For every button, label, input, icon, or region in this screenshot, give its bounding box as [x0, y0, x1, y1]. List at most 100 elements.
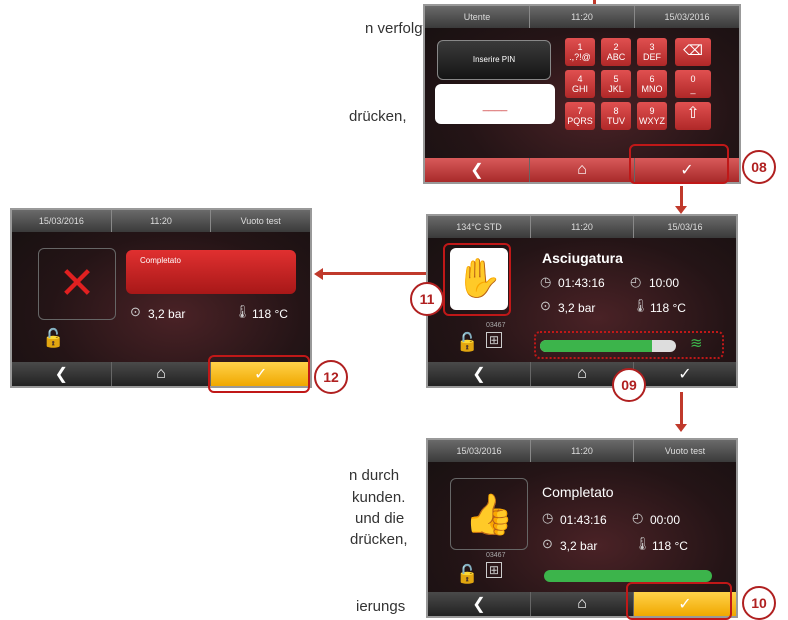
key-8[interactable]: 8 TUV	[601, 102, 631, 130]
lock-icon: 🔓	[42, 328, 65, 348]
callout-10: 10	[742, 586, 776, 620]
phase-title: Asciugatura	[542, 250, 623, 266]
confirm-button[interactable]: ✓	[634, 362, 736, 386]
progress-bar	[544, 570, 712, 582]
counter-icon: ⊞	[486, 332, 503, 348]
temperature-value: 118 °C	[652, 539, 688, 553]
backspace-icon: ⌫	[683, 42, 703, 58]
arrow-head	[675, 206, 687, 214]
key-letters: DEF	[643, 52, 661, 62]
status-bar: Utente 11:20 15/03/2016	[425, 6, 739, 28]
key-letters: GHI	[571, 84, 588, 94]
elapsed-time: 01:43:16	[560, 513, 607, 527]
key-digit: 7	[577, 106, 583, 116]
remaining-time: 10:00	[649, 276, 680, 290]
key-1[interactable]: 1 .,?!@	[565, 38, 595, 66]
key-0[interactable]: 0 _	[675, 70, 711, 98]
bottom-nav: ❮ ⌂ ✓	[428, 362, 736, 386]
doc-text-line: n verfolgt	[365, 20, 427, 37]
program-label: 134°C STD	[428, 216, 531, 238]
lock-icon: 🔓	[456, 564, 479, 584]
key-3[interactable]: 3 DEF	[637, 38, 667, 66]
key-2[interactable]: 2 ABC	[601, 38, 631, 66]
pressure-gauge-icon: ⊙	[542, 536, 553, 551]
success-box: 👍	[450, 478, 528, 550]
back-button[interactable]: ❮	[428, 592, 531, 616]
highlight-progress	[534, 331, 724, 359]
elapsed-time: 01:43:16	[558, 276, 605, 290]
doc-text-line: und die	[355, 510, 405, 527]
test-label: Vuoto test	[664, 446, 706, 456]
home-button[interactable]: ⌂	[530, 158, 635, 182]
date-label: 15/03/2016	[428, 440, 531, 462]
pin-value: ____	[482, 100, 508, 112]
back-button[interactable]: ❮	[12, 362, 112, 386]
key-letters: JKL	[608, 84, 624, 94]
shift-key[interactable]: ⇧	[675, 102, 711, 130]
doc-text-line: kunden.	[352, 489, 406, 506]
pin-input[interactable]: ____	[435, 84, 555, 124]
temperature-value: 118 °C	[252, 307, 288, 321]
key-digit: 5	[613, 74, 619, 84]
key-digit: 6	[649, 74, 655, 84]
status-bar: 15/03/2016 11:20 Vuoto test	[12, 210, 310, 232]
arrow-head	[314, 268, 323, 280]
date-label: 15/03/16	[667, 222, 703, 232]
back-button[interactable]: ❮	[428, 362, 531, 386]
callout-09: 09	[612, 368, 646, 402]
pin-label: Inserire PIN	[472, 55, 516, 64]
lock-icon: 🔓	[456, 332, 479, 352]
home-button[interactable]: ⌂	[112, 362, 212, 386]
key-7[interactable]: 7 PQRS	[565, 102, 595, 130]
home-icon: ⌂	[577, 365, 587, 382]
user-label: Utente	[425, 6, 530, 28]
key-letters: MNO	[641, 84, 663, 94]
remaining-clock-icon: ◴	[630, 274, 642, 289]
home-icon: ⌂	[156, 365, 166, 382]
error-x-icon: ✕	[58, 259, 96, 308]
time-label: 11:20	[530, 6, 635, 28]
status-banner: Completato	[126, 250, 296, 294]
home-icon: ⌂	[577, 595, 587, 612]
cycle-number: 03467	[486, 552, 506, 559]
doc-text-line: drücken,	[350, 531, 408, 548]
key-5[interactable]: 5 JKL	[601, 70, 631, 98]
key-6[interactable]: 6 MNO	[637, 70, 667, 98]
temperature-value: 118 °C	[650, 301, 686, 315]
time-label: 11:20	[112, 210, 212, 232]
backspace-key[interactable]: ⌫	[675, 38, 711, 66]
callout-11: 11	[410, 282, 444, 316]
chevron-left-icon: ❮	[472, 366, 486, 383]
pressure-value: 3,2 bar	[558, 301, 596, 315]
elapsed-clock-icon: ◷	[542, 510, 554, 525]
test-label: Vuoto test	[240, 216, 281, 226]
progress-fill	[544, 570, 712, 582]
key-letters: ABC	[606, 52, 626, 62]
key-digit: 4	[577, 74, 583, 84]
elapsed-clock-icon: ◷	[540, 274, 552, 289]
key-letters: .,?!@	[569, 52, 591, 62]
home-button[interactable]: ⌂	[531, 592, 634, 616]
key-4[interactable]: 4 GHI	[565, 70, 595, 98]
thermometer-icon: 🌡	[634, 536, 651, 551]
home-icon: ⌂	[577, 161, 587, 178]
key-9[interactable]: 9 WXYZ	[637, 102, 667, 130]
cycle-number: 03467	[486, 322, 506, 329]
key-letters: _	[690, 84, 696, 94]
callout-12: 12	[314, 360, 348, 394]
highlight-stop	[443, 243, 511, 316]
status-bar: 134°C STD 11:20 15/03/16	[428, 216, 736, 238]
thumbs-up-icon: 👍	[464, 492, 514, 537]
highlight-confirm	[208, 355, 310, 393]
key-digit: 3	[649, 42, 655, 52]
highlight-confirm	[629, 144, 729, 184]
check-icon: ✓	[678, 366, 692, 383]
chevron-left-icon: ❮	[470, 162, 484, 179]
pressure-value: 3,2 bar	[148, 307, 186, 321]
chevron-left-icon: ❮	[54, 366, 69, 383]
key-digit: 8	[613, 106, 619, 116]
highlight-confirm	[626, 582, 732, 620]
back-button[interactable]: ❮	[425, 158, 530, 182]
key-letters: TUV	[607, 116, 625, 126]
key-digit: 0	[690, 74, 696, 84]
